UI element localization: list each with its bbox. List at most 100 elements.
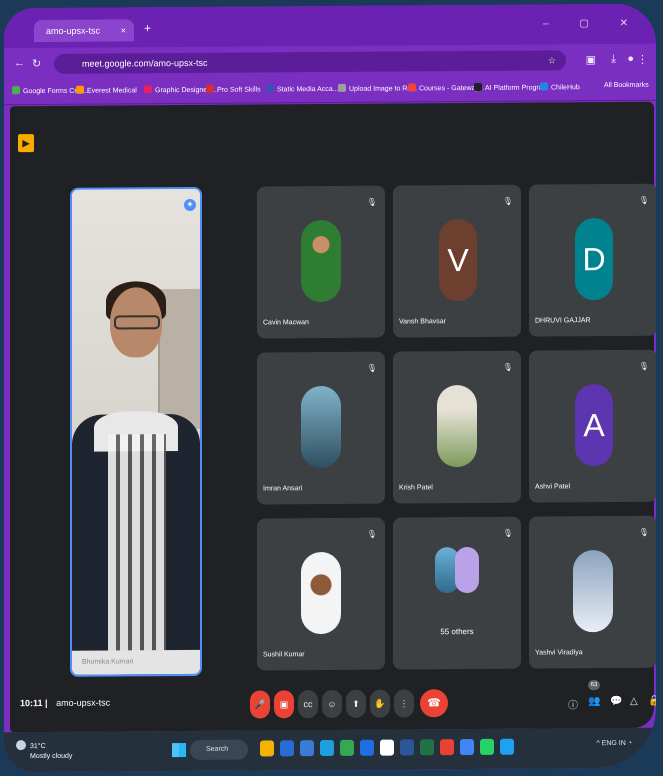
participant-count-badge: 63	[588, 680, 600, 691]
bookmark-icon	[540, 82, 548, 91]
new-tab-button[interactable]: +	[144, 21, 151, 35]
mic-off-icon: 🎙	[502, 196, 513, 206]
downloads-icon[interactable]: ⤓	[611, 53, 616, 66]
taskbar-app-icon[interactable]	[340, 739, 354, 756]
host-controls-icon[interactable]: 🔒	[648, 696, 656, 707]
raise-hand-button[interactable]: ✋	[370, 689, 390, 718]
bookmark-item[interactable]: Everest Medical	[76, 85, 137, 95]
meeting-time: 10:11 | amo-upsx-tsc	[20, 697, 111, 709]
bookmark-item[interactable]: Static Media Acca...	[266, 84, 338, 94]
mic-off-icon: 🎙	[366, 363, 377, 373]
address-bar-row: ← ↻ meet.google.com/amo-upsx-tsc ☆ ▣ ⤓ ●…	[4, 43, 656, 81]
taskbar-app-icon[interactable]	[500, 738, 514, 755]
meet-logo-icon: ▶	[18, 134, 34, 153]
participant-tile[interactable]: 🎙 Krish Patel	[393, 350, 521, 504]
taskbar-app-icon[interactable]	[320, 739, 334, 757]
avatar	[301, 385, 341, 469]
bookmark-item[interactable]: ChileHub	[540, 82, 580, 91]
others-avatars	[435, 546, 487, 597]
avatar	[573, 550, 613, 633]
mic-off-icon: 🎙	[502, 528, 513, 538]
more-options-button[interactable]: ⋮	[394, 689, 414, 718]
taskbar-app-icon[interactable]	[280, 740, 294, 757]
taskbar-app-icon[interactable]	[360, 739, 374, 756]
activities-icon[interactable]: △	[630, 696, 638, 707]
bookmarks-bar: Google Forms Crea... Everest Medical Gra…	[4, 75, 656, 106]
reactions-button[interactable]: ☺	[322, 689, 342, 719]
self-name: Bhumika Kumari	[72, 649, 200, 675]
bookmark-item[interactable]: Upload Image to Re...	[338, 83, 417, 93]
taskbar: 31°C Mostly cloudy Search ^ ENG IN ◔	[4, 727, 656, 773]
windows-start-icon[interactable]	[172, 743, 186, 758]
chat-icon[interactable]: 💬	[610, 696, 622, 707]
bookmark-icon	[474, 82, 482, 91]
bookmark-item[interactable]: AI Platform Program	[474, 82, 548, 92]
participant-tile[interactable]: 🎙 D DHRUVI GAJJAR	[529, 183, 656, 337]
self-view[interactable]: ◈ Bhumika Kumari	[70, 186, 202, 677]
mic-off-icon: 🎙	[638, 527, 649, 537]
extensions-icon[interactable]: ▣	[586, 53, 596, 66]
bookmark-item[interactable]: Pro Soft Skills	[206, 84, 261, 94]
tray-chevron-icon[interactable]: ^	[596, 740, 599, 747]
tab-strip: amo-upsx-tsc × + – ▢ ✕	[4, 3, 656, 49]
bookmark-icon	[206, 84, 214, 93]
participant-tile[interactable]: 🎙 Sushil Kumar	[257, 517, 385, 671]
people-icon[interactable]: 👥	[588, 696, 600, 707]
mic-toggle-button[interactable]: 🎤	[250, 690, 270, 719]
bookmark-icon	[338, 83, 346, 92]
taskbar-app-icon[interactable]	[480, 738, 494, 755]
info-icon[interactable]: ⓘ	[568, 696, 578, 711]
meet-content: ▶ ◈ Bhumika Kumari 🎙 Cavin Macwan 🎙 V Va…	[10, 101, 656, 733]
taskbar-app-icon[interactable]	[440, 739, 454, 756]
tab-close-icon[interactable]: ×	[121, 19, 126, 41]
mic-off-icon: 🎙	[366, 529, 377, 539]
taskbar-app-icon[interactable]	[380, 739, 394, 756]
camera-toggle-button[interactable]: ▣	[274, 690, 294, 719]
tray-lang: ENG IN	[601, 739, 626, 748]
tab-meet[interactable]: amo-upsx-tsc ×	[34, 19, 134, 43]
bookmark-star-icon[interactable]: ☆	[548, 50, 556, 70]
taskbar-app-icon[interactable]	[260, 740, 274, 757]
reload-icon[interactable]: ↻	[32, 57, 41, 70]
participant-name: Ashvi Patel	[535, 483, 571, 491]
participant-tile[interactable]: 🎙 Cavin Macwan	[257, 185, 385, 339]
captions-button[interactable]: cc	[298, 690, 318, 719]
profile-icon[interactable]: ●	[627, 53, 634, 65]
mic-off-icon: 🎙	[366, 197, 377, 207]
url-input[interactable]: meet.google.com/amo-upsx-tsc ☆	[54, 50, 566, 74]
menu-icon[interactable]: ⋮	[637, 53, 648, 66]
window-controls[interactable]: – ▢ ✕	[543, 18, 642, 30]
participant-tile[interactable]: 🎙 Yashvi Viradiya	[529, 515, 656, 669]
participant-name: Krish Patel	[399, 484, 433, 492]
browser-window: amo-upsx-tsc × + – ▢ ✕ ← ↻ meet.google.c…	[4, 3, 656, 773]
weather-widget[interactable]: 31°C Mostly cloudy	[16, 740, 72, 762]
participant-tile[interactable]: 🎙 Imran Ansari	[257, 351, 385, 505]
avatar	[437, 384, 477, 468]
participant-tile[interactable]: 🎙 A Ashvi Patel	[529, 349, 656, 503]
all-bookmarks-link[interactable]: All Bookmarks	[604, 82, 649, 89]
present-button[interactable]: ⬆	[346, 689, 366, 718]
taskbar-search[interactable]: Search	[190, 739, 248, 760]
taskbar-app-icon[interactable]	[400, 739, 414, 756]
bookmark-icon	[266, 84, 274, 93]
mic-off-icon: 🎙	[638, 195, 649, 205]
avatar: A	[575, 384, 613, 467]
mic-off-icon: 🎙	[502, 362, 513, 372]
participant-tile-others[interactable]: 🎙 55 others	[393, 516, 521, 670]
taskbar-app-icon[interactable]	[300, 740, 314, 757]
system-tray[interactable]: ^ ENG IN ◔	[596, 740, 632, 747]
self-view-shirt	[108, 434, 166, 665]
back-icon[interactable]: ←	[14, 57, 25, 69]
wifi-icon[interactable]: ◔	[628, 740, 632, 747]
bookmark-icon	[144, 85, 152, 94]
meeting-code: amo-upsx-tsc	[56, 697, 111, 708]
leave-call-button[interactable]: ☎	[420, 689, 448, 718]
pin-icon[interactable]: ◈	[184, 198, 196, 212]
taskbar-app-icon[interactable]	[420, 739, 434, 756]
bookmark-item[interactable]: Courses - Gateway...	[408, 83, 484, 93]
taskbar-app-icon[interactable]	[460, 738, 474, 756]
others-count: 55 others	[440, 626, 474, 637]
participant-tile[interactable]: 🎙 V Vansh Bhavsar	[393, 184, 521, 338]
avatar	[301, 551, 341, 635]
avatar	[301, 219, 341, 303]
